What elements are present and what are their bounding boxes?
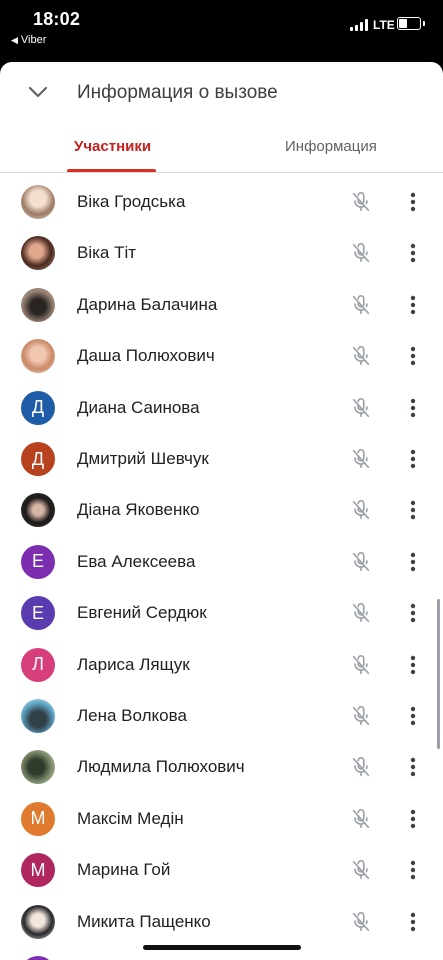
participant-row[interactable]: Віка Тіт (0, 228, 443, 279)
participant-row[interactable]: Микита Пащенко (0, 897, 443, 948)
avatar: Д (21, 442, 55, 476)
participant-name: Лариса Лящук (77, 654, 190, 674)
avatar: Е (21, 596, 55, 631)
participant-name: Дарина Балачина (77, 294, 218, 314)
home-indicator[interactable] (143, 945, 301, 950)
participant-row[interactable]: Діана Яковенко (0, 485, 443, 536)
avatar: Л (21, 647, 55, 682)
more-vert-icon[interactable] (403, 859, 423, 881)
status-bar: 18:02 ◀ Viber LTE (0, 0, 443, 62)
mic-off-icon[interactable] (350, 654, 372, 676)
scrollbar[interactable] (437, 599, 440, 749)
mic-off-icon[interactable] (350, 551, 372, 573)
status-time: 18:02 (33, 9, 81, 29)
battery-tip (423, 21, 425, 26)
avatar (21, 236, 55, 271)
participant-row[interactable]: Л Лариса Лящук (0, 640, 443, 691)
avatar: Д (21, 390, 55, 425)
avatar (21, 493, 55, 528)
avatar (21, 699, 55, 733)
tab-information[interactable]: Информация (285, 138, 377, 155)
avatar (21, 904, 55, 939)
page-title: Информация о вызове (77, 82, 278, 103)
more-vert-icon[interactable] (403, 397, 423, 419)
mic-off-icon[interactable] (350, 191, 372, 213)
participant-name: Людмила Полюхович (77, 757, 245, 777)
participant-row[interactable]: Віка Гродська (0, 177, 443, 228)
signal-strength-icon (350, 19, 370, 31)
avatar: Е (21, 544, 55, 579)
participant-name: Евгений Сердюк (77, 603, 207, 623)
network-type: LTE (373, 18, 395, 32)
back-arrow-icon: ◀ (11, 35, 18, 45)
participant-row[interactable]: Лена Волкова (0, 691, 443, 742)
participant-row[interactable]: Е Евгений Сердюк (0, 588, 443, 639)
participant-name: Ева Алексеева (77, 551, 196, 571)
mic-off-icon[interactable] (350, 294, 372, 316)
participant-name: Віка Тіт (77, 243, 137, 263)
participant-name: Віка Гродська (77, 192, 186, 211)
mic-off-icon[interactable] (350, 705, 372, 727)
battery-icon (397, 17, 421, 30)
more-vert-icon[interactable] (403, 345, 423, 367)
back-to-app-link[interactable]: ◀ Viber (11, 34, 46, 46)
participant-name: Дмитрий Шевчук (77, 449, 209, 468)
mic-off-icon[interactable] (350, 345, 372, 367)
participant-row[interactable]: М Максім Медін (0, 794, 443, 845)
mic-off-icon[interactable] (350, 756, 372, 778)
avatar (21, 185, 55, 219)
avatar (21, 750, 55, 785)
tab-participants[interactable]: Участники (74, 138, 151, 155)
participant-row[interactable]: М Марина Гой (0, 845, 443, 896)
mic-off-icon[interactable] (350, 859, 372, 881)
more-vert-icon[interactable] (403, 191, 423, 213)
participant-row[interactable]: Даша Полюхович (0, 331, 443, 382)
participant-row[interactable]: Д Дмитрий Шевчук (0, 434, 443, 485)
call-info-sheet: Информация о вызове Участники Информация… (0, 62, 443, 960)
avatar: М (21, 956, 55, 960)
participant-name: Максім Медін (77, 808, 184, 828)
participant-row[interactable]: Д Диана Саинова (0, 383, 443, 434)
more-vert-icon[interactable] (403, 448, 423, 470)
more-vert-icon[interactable] (403, 808, 423, 830)
avatar (21, 339, 55, 374)
avatar: М (21, 801, 55, 836)
participant-name: Даша Полюхович (77, 346, 215, 366)
more-vert-icon[interactable] (403, 551, 423, 573)
more-vert-icon[interactable] (403, 911, 423, 933)
more-vert-icon[interactable] (403, 705, 423, 727)
mic-off-icon[interactable] (350, 602, 372, 624)
mic-off-icon[interactable] (350, 808, 372, 830)
participant-name: Лена Волкова (77, 706, 187, 725)
mic-off-icon[interactable] (350, 499, 372, 521)
participant-name: Марина Гой (77, 860, 171, 880)
more-vert-icon[interactable] (403, 294, 423, 316)
mic-off-icon[interactable] (350, 448, 372, 470)
participant-row[interactable]: Дарина Балачина (0, 280, 443, 331)
mic-off-icon[interactable] (350, 397, 372, 419)
mic-off-icon[interactable] (350, 242, 372, 264)
avatar (21, 287, 55, 322)
participant-name: Діана Яковенко (77, 500, 200, 520)
mic-off-icon[interactable] (350, 911, 372, 933)
more-vert-icon[interactable] (403, 242, 423, 264)
more-vert-icon[interactable] (403, 602, 423, 624)
more-vert-icon[interactable] (403, 654, 423, 676)
chevron-down-icon[interactable] (27, 84, 49, 100)
participant-row[interactable]: Е Ева Алексеева (0, 537, 443, 588)
participant-row[interactable]: Людмила Полюхович (0, 742, 443, 793)
participant-name: Диана Саинова (77, 397, 200, 417)
more-vert-icon[interactable] (403, 499, 423, 521)
back-app-label: Viber (20, 34, 47, 46)
avatar: М (21, 853, 55, 888)
participant-list[interactable]: Віка Гродська Віка Тіт Дарина Балачина Даша… (0, 173, 443, 960)
participant-name: Микита Пащенко (77, 911, 211, 931)
more-vert-icon[interactable] (403, 756, 423, 778)
